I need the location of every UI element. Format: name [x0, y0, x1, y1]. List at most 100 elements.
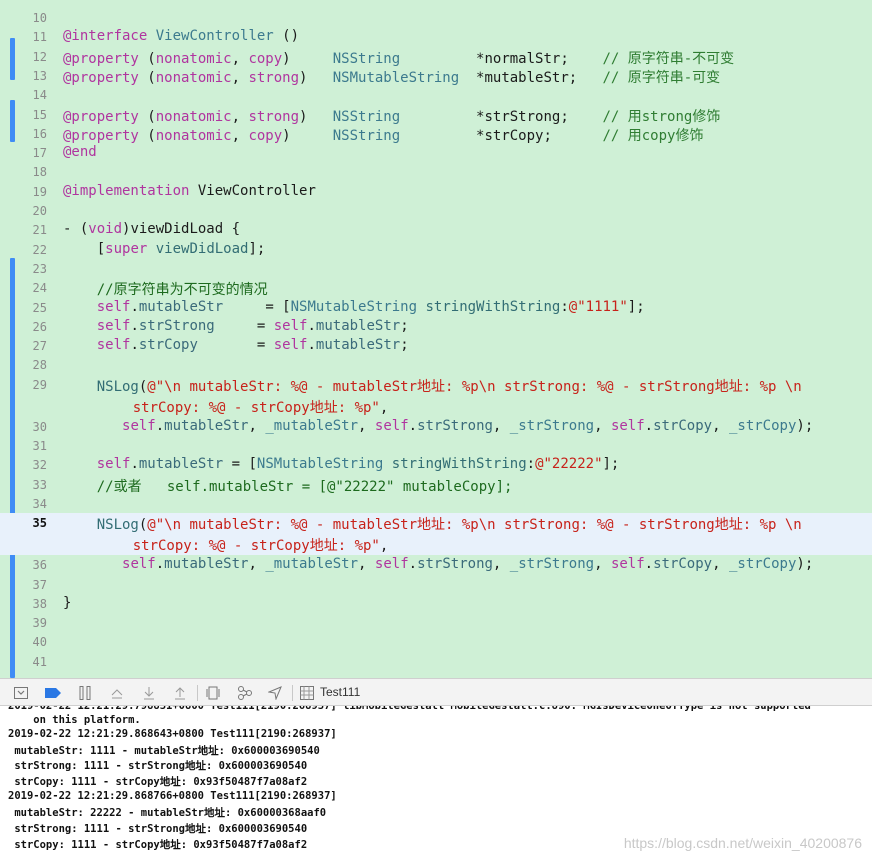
- code-token: NSString: [332, 108, 401, 125]
- code-token: viewDidLoad: [155, 240, 249, 257]
- code-token: self: [122, 556, 156, 573]
- code-line[interactable]: 29 NSLog(@"\n mutableStr: %@ - mutableSt…: [0, 375, 872, 417]
- code-token: @interface: [63, 28, 148, 45]
- code-line[interactable]: 19 @implementation ViewController: [0, 182, 872, 201]
- line-number: 24: [32, 281, 47, 296]
- code-token: .: [130, 317, 139, 334]
- code-token: .: [155, 417, 165, 434]
- code-line[interactable]: 12 @property (nonatomic, copy) NSString *…: [0, 47, 872, 67]
- code-token: mutableStr: [138, 298, 224, 315]
- code-token: ,: [712, 417, 729, 434]
- code-line[interactable]: 26 self.strStrong = self.mutableStr;: [0, 317, 872, 336]
- code-token: (: [138, 69, 156, 86]
- code-token: self: [63, 337, 131, 354]
- code-token: //或者 self.mutableStr = [@"22222" mutable…: [63, 478, 513, 495]
- debug-console[interactable]: 2019-02-22 12:21:29.798831+0800 Test111[…: [0, 706, 872, 859]
- console-line: on this platform.: [8, 714, 141, 726]
- code-line[interactable]: 17 @end: [0, 143, 872, 162]
- code-line[interactable]: 36 self.mutableStr, _mutableStr, self.st…: [0, 555, 872, 574]
- code-token: nonatomic: [155, 50, 232, 67]
- line-number: 17: [32, 146, 47, 161]
- code-line[interactable]: 39: [0, 613, 872, 632]
- code-text: self.strStrong = self.mutableStr;: [63, 318, 409, 334]
- console-toggle-icon[interactable]: [12, 684, 30, 702]
- code-token: @end: [63, 144, 97, 161]
- scheme-target-label[interactable]: Test111: [320, 685, 360, 699]
- code-line[interactable]: 11 @interface ViewController (): [0, 27, 872, 46]
- line-number: 34: [32, 496, 47, 511]
- code-token: }: [63, 594, 72, 611]
- code-token: ,: [594, 556, 611, 573]
- code-token: strCopy: %@ - strCopy地址: %p": [99, 538, 380, 555]
- line-number: 26: [32, 319, 47, 334]
- code-line[interactable]: 20: [0, 201, 872, 220]
- code-line[interactable]: 18: [0, 162, 872, 181]
- code-token: super: [105, 240, 148, 257]
- code-line[interactable]: 34: [0, 494, 872, 513]
- code-token: ];: [627, 298, 645, 315]
- code-line[interactable]: 33 //或者 self.mutableStr = [@"22222" muta…: [0, 475, 872, 495]
- line-number: 25: [32, 300, 47, 315]
- step-into-icon[interactable]: [140, 684, 158, 702]
- code-token: .: [408, 556, 418, 573]
- console-line: strStrong: 1111 - strStrong地址: 0x6000036…: [8, 760, 308, 772]
- code-line[interactable]: 32 self.mutableStr = [NSMutableString st…: [0, 455, 872, 474]
- code-line[interactable]: 30 self.mutableStr, _mutableStr, self.st…: [0, 417, 872, 436]
- step-out-icon[interactable]: [171, 684, 189, 702]
- code-line[interactable]: 15 @property (nonatomic, strong) NSString…: [0, 105, 872, 125]
- code-token: ];: [602, 456, 620, 473]
- code-line[interactable]: 25 self.mutableStr = [NSMutableString st…: [0, 298, 872, 317]
- code-line[interactable]: 13 @property (nonatomic, strong) NSMutabl…: [0, 66, 872, 86]
- line-number: 16: [32, 126, 47, 141]
- code-token: ,: [231, 108, 249, 125]
- code-line[interactable]: 10: [0, 8, 872, 27]
- code-token: ,: [379, 538, 389, 555]
- code-token: ): [282, 50, 333, 67]
- code-line[interactable]: 21 - (void)viewDidLoad {: [0, 220, 872, 239]
- code-text: @implementation ViewController: [63, 183, 316, 199]
- line-number: 13: [32, 68, 47, 83]
- code-token: // 原字符串-可变: [602, 69, 721, 86]
- code-text: self.strCopy = self.mutableStr;: [63, 337, 409, 353]
- code-line[interactable]: 41: [0, 652, 872, 671]
- memory-graph-icon[interactable]: [236, 684, 254, 702]
- code-line[interactable]: 37: [0, 575, 872, 594]
- code-token: @implementation: [63, 182, 190, 199]
- code-text: self.mutableStr = [NSMutableString strin…: [63, 299, 645, 315]
- code-token: ,: [712, 556, 729, 573]
- code-line[interactable]: 28: [0, 355, 872, 374]
- code-line[interactable]: 14: [0, 85, 872, 104]
- code-token: nonatomic: [155, 127, 232, 144]
- pause-icon[interactable]: [76, 684, 94, 702]
- code-line[interactable]: 31: [0, 436, 872, 455]
- console-line: strCopy: 1111 - strCopy地址: 0x93f50487f7a…: [8, 839, 308, 851]
- code-token: = [: [223, 298, 291, 315]
- location-icon[interactable]: [266, 684, 284, 702]
- code-token: // 原字符串-不可变: [602, 50, 735, 67]
- code-line[interactable]: 23: [0, 259, 872, 278]
- code-token: ;: [400, 337, 409, 354]
- code-line[interactable]: 16 @property (nonatomic, copy) NSString *…: [0, 124, 872, 144]
- code-line[interactable]: 35 NSLog(@"\n mutableStr: %@ - mutableSt…: [0, 513, 872, 556]
- scheme-target-icon[interactable]: [298, 684, 316, 702]
- code-token: _strCopy: [728, 417, 797, 434]
- breakpoints-icon[interactable]: [44, 684, 62, 702]
- code-token: // 用copy修饰: [602, 127, 704, 144]
- code-token: NSMutableString: [332, 69, 460, 86]
- code-token: copy: [248, 127, 283, 144]
- code-line[interactable]: 22 [super viewDidLoad];: [0, 240, 872, 259]
- code-line[interactable]: 27 self.strCopy = self.mutableStr;: [0, 336, 872, 355]
- code-text: self.mutableStr, _mutableStr, self.strSt…: [63, 418, 813, 434]
- code-token: ];: [248, 240, 266, 257]
- code-token: );: [796, 556, 814, 573]
- step-over-icon[interactable]: [108, 684, 126, 702]
- code-token: strStrong: [417, 417, 493, 434]
- code-token: self: [63, 317, 131, 334]
- code-token: (: [138, 50, 156, 67]
- view-debugger-icon[interactable]: [204, 684, 222, 702]
- code-editor[interactable]: 10 11 @interface ViewController () 12 @prope…: [0, 0, 872, 678]
- code-line[interactable]: 24 //原字符串为不可变的情况: [0, 278, 872, 298]
- code-line[interactable]: 38}: [0, 594, 872, 613]
- code-line[interactable]: 40: [0, 632, 872, 651]
